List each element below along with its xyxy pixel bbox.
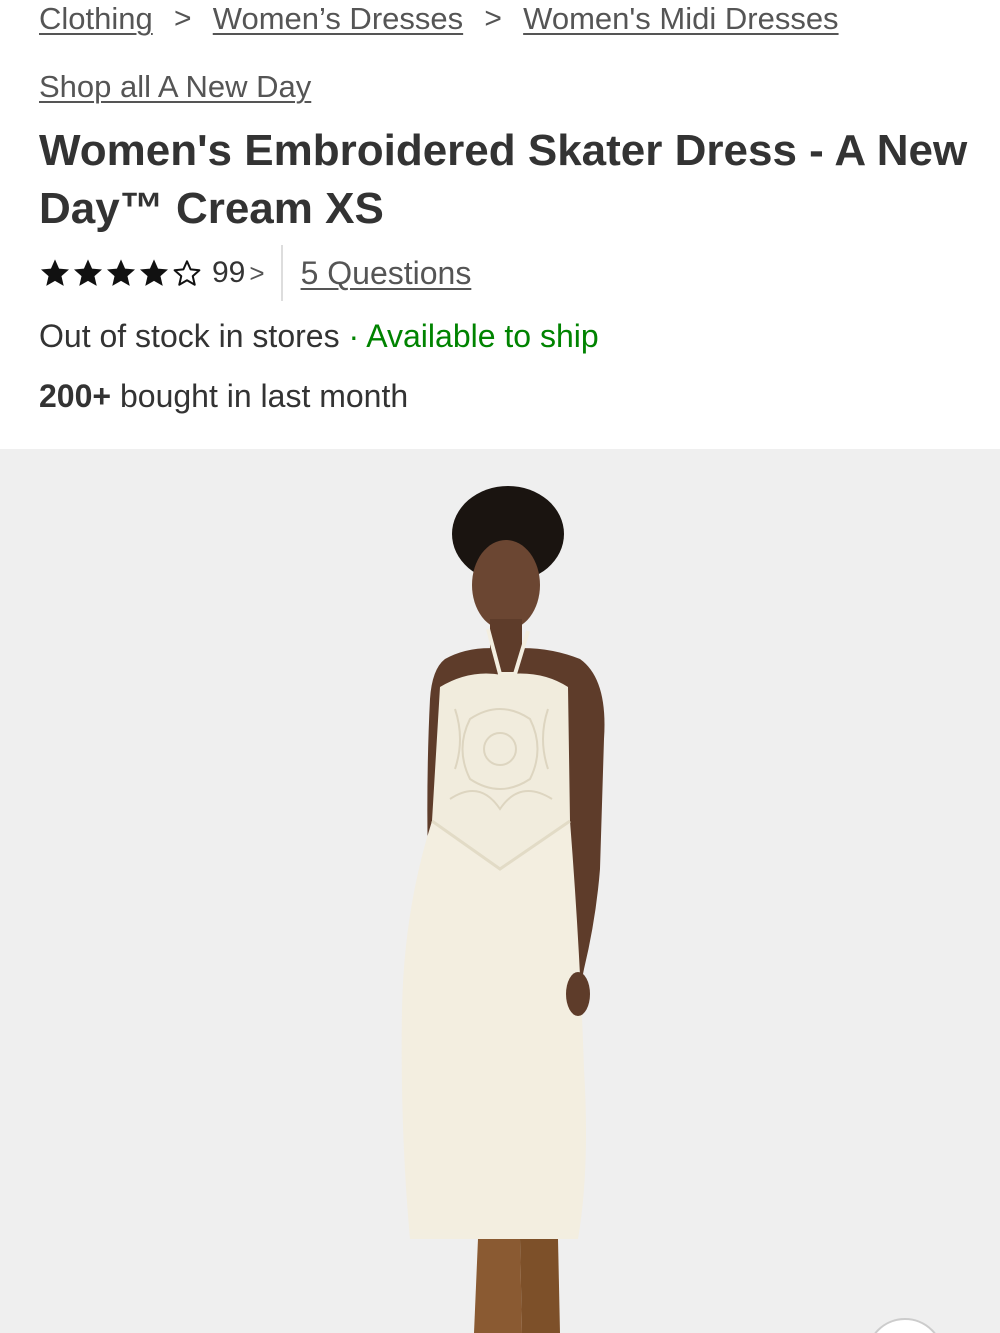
breadcrumb: Clothing > Women’s Dresses > Women's Mid… — [39, 0, 839, 38]
product-photo-illustration — [0, 449, 1000, 1333]
star-filled-icon — [140, 259, 168, 286]
breadcrumb-item-womens-dresses[interactable]: Women’s Dresses — [213, 0, 463, 38]
star-filled-icon — [107, 259, 135, 286]
bought-text: bought in last month — [119, 378, 409, 414]
status-separator: · — [348, 318, 360, 354]
star-filled-icon — [74, 259, 102, 286]
breadcrumb-item-clothing[interactable]: Clothing — [39, 0, 153, 38]
divider — [280, 245, 283, 301]
ship-status: Available to ship — [366, 318, 599, 354]
product-image[interactable] — [0, 449, 1000, 1333]
star-rating[interactable]: 99 > — [39, 256, 265, 290]
star-filled-icon — [41, 259, 69, 286]
store-status: Out of stock in stores — [39, 318, 340, 354]
star-outline-icon — [173, 260, 201, 286]
review-count: 99 — [212, 256, 246, 289]
breadcrumb-item-womens-midi-dresses[interactable]: Women's Midi Dresses — [523, 0, 838, 38]
shop-all-brand-link[interactable]: Shop all A New Day — [39, 68, 311, 106]
product-title: Women's Embroidered Skater Dress - A New… — [39, 126, 968, 233]
rating-row: 99 > 5 Questions — [39, 245, 471, 301]
availability-status: Out of stock in stores · Available to sh… — [39, 316, 599, 356]
chevron-right-icon: > — [484, 2, 502, 35]
chevron-right-icon: > — [173, 2, 192, 35]
bought-number: 200+ — [39, 378, 112, 414]
questions-link[interactable]: 5 Questions — [301, 255, 472, 292]
bought-count: 200+ bought in last month — [39, 376, 408, 416]
chevron-right-icon: > — [249, 257, 265, 288]
